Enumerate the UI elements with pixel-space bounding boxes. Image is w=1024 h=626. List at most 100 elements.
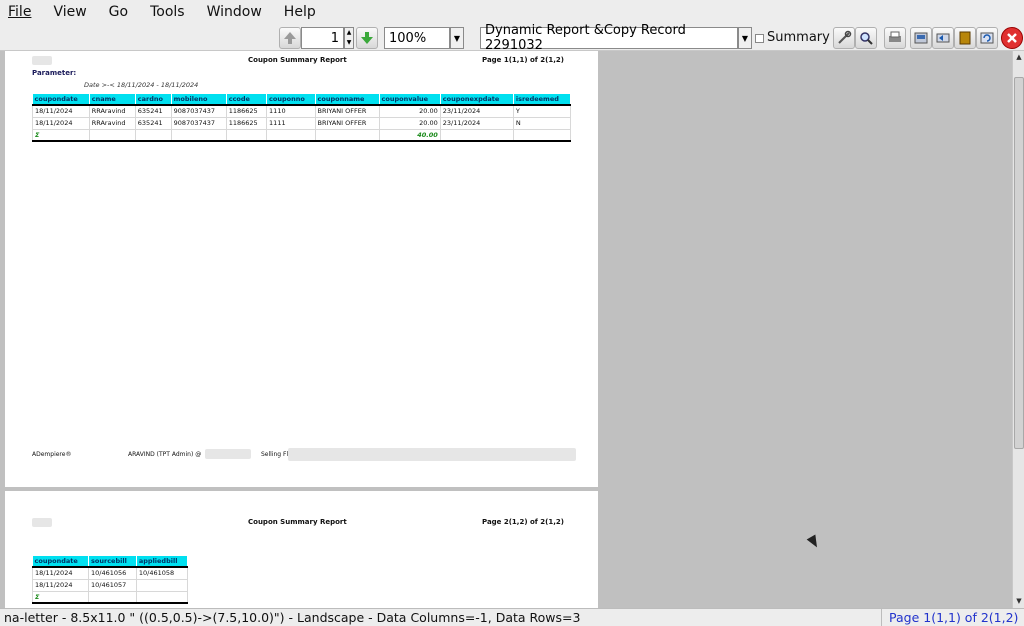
footer-redacted-details — [288, 448, 576, 461]
status-bar: na-letter - 8.5x11.0 " ((0.5,0.5)->(7.5,… — [0, 608, 1024, 626]
total-row: Σ — [31, 590, 189, 604]
menu-go[interactable]: Go — [105, 2, 132, 22]
table-cell — [88, 128, 136, 142]
report-select[interactable]: Dynamic Report &Copy Record 2291032 — [480, 23, 738, 53]
print-button[interactable] — [884, 27, 906, 49]
zoom-select[interactable]: 100% — [384, 27, 450, 49]
table-cell: 1186625 — [225, 116, 268, 130]
column-header: coupondate — [32, 556, 90, 568]
column-header: couponno — [266, 94, 316, 106]
column-header: isredeemed — [513, 94, 572, 106]
find-icon — [860, 32, 873, 45]
close-button[interactable] — [1001, 27, 1023, 49]
menu-help[interactable]: Help — [280, 2, 320, 22]
parameter-value: Date >-< 18/11/2024 - 18/11/2024 — [84, 81, 199, 89]
menu-window[interactable]: Window — [203, 2, 266, 22]
table-row: 18/11/2024 RRAravind 635241 9087037437 1… — [32, 116, 572, 130]
customize-button[interactable] — [833, 27, 855, 49]
table-cell — [134, 128, 172, 142]
send-button[interactable] — [932, 27, 954, 49]
logo-placeholder — [32, 56, 52, 65]
close-icon — [1007, 33, 1017, 43]
refresh-icon — [980, 32, 994, 44]
column-header: coupondate — [32, 94, 90, 106]
table-header-row: coupondate sourcebill appliedbill — [32, 556, 189, 568]
footer-app: ADempiere® — [32, 451, 72, 458]
page-spinner[interactable]: ▲ ▼ — [344, 27, 354, 49]
table-row: 18/11/2024 10/461057 — [31, 578, 189, 592]
table-cell: 10/461057 — [88, 578, 137, 592]
coupon-table: coupondate cname cardno mobileno ccode c… — [32, 94, 572, 142]
column-header: couponname — [315, 94, 380, 106]
total-value: 40.00 — [378, 128, 441, 142]
toolbar: 1 ▲ ▼ 100% ▼ Dynamic Report &Copy Record … — [0, 23, 1024, 53]
refresh-button[interactable] — [976, 27, 998, 49]
total-symbol: Σ — [31, 590, 90, 604]
summary-checkbox[interactable] — [755, 34, 764, 43]
table-cell: 20.00 — [378, 116, 441, 130]
export-icon — [914, 32, 928, 44]
archive-icon — [959, 31, 971, 45]
table-cell: 9087037437 — [170, 116, 227, 130]
table-cell: 635241 — [134, 116, 172, 130]
scroll-up-icon[interactable]: ▲ — [1014, 52, 1024, 62]
footer-redacted-org — [205, 449, 251, 459]
column-header: couponvalue — [379, 94, 441, 106]
status-page-indicator[interactable]: Page 1(1,1) of 2(1,2) — [881, 609, 1024, 626]
mouse-cursor-icon — [806, 534, 822, 550]
next-page-button[interactable] — [356, 27, 378, 49]
menu-view[interactable]: View — [49, 2, 90, 22]
table-cell: 9087037437 — [170, 104, 227, 118]
table-cell: Y — [512, 104, 572, 118]
column-header: cname — [89, 94, 136, 106]
page-number-input[interactable]: 1 — [301, 27, 344, 49]
table-cell: 10/461058 — [135, 566, 189, 580]
zoom-dropdown-icon[interactable]: ▼ — [450, 27, 464, 49]
parameter-label: Parameter: — [32, 69, 77, 77]
table-cell: 18/11/2024 — [31, 566, 90, 580]
table-cell: 1111 — [266, 116, 316, 130]
table-cell — [135, 578, 189, 592]
table-cell: 635241 — [134, 104, 172, 118]
report-page-1: Coupon Summary Report Page 1(1,1) of 2(1… — [5, 51, 598, 487]
previous-page-icon — [284, 32, 296, 44]
table-cell — [88, 590, 137, 604]
archive-button[interactable] — [954, 27, 976, 49]
table-cell: 1186625 — [225, 104, 268, 118]
table-cell: RRAravind — [88, 104, 136, 118]
report-dropdown-icon[interactable]: ▼ — [738, 27, 752, 49]
logo-placeholder — [32, 518, 52, 527]
menu-tools[interactable]: Tools — [146, 2, 189, 22]
report-viewer[interactable]: Coupon Summary Report Page 1(1,1) of 2(1… — [0, 51, 1012, 608]
table-cell: BRIYANI OFFER — [314, 104, 380, 118]
page-indicator: Page 2(1,2) of 2(1,2) — [482, 518, 564, 526]
column-header: couponexpdate — [440, 94, 514, 106]
table-cell: RRAravind — [88, 116, 136, 130]
send-icon — [936, 33, 950, 43]
bill-table: coupondate sourcebill appliedbill 18/11/… — [31, 556, 189, 604]
table-cell: N — [512, 116, 572, 130]
table-row: 18/11/2024 10/461056 10/461058 — [31, 566, 189, 580]
find-button[interactable] — [855, 27, 877, 49]
table-cell: 18/11/2024 — [32, 116, 90, 130]
previous-page-button[interactable] — [279, 27, 301, 49]
menu-file[interactable]: File — [4, 2, 35, 22]
export-button[interactable] — [910, 27, 932, 49]
table-cell — [512, 128, 572, 142]
page-indicator: Page 1(1,1) of 2(1,2) — [482, 56, 564, 64]
scroll-thumb[interactable] — [1014, 77, 1024, 449]
table-cell: 18/11/2024 — [32, 104, 90, 118]
vertical-scrollbar[interactable]: ▲ ▼ — [1012, 51, 1024, 608]
total-row: Σ 40.00 — [32, 128, 572, 142]
table-cell — [314, 128, 380, 142]
scroll-down-icon[interactable]: ▼ — [1014, 596, 1024, 606]
table-cell: 1110 — [266, 104, 316, 118]
report-title: Coupon Summary Report — [248, 56, 347, 64]
menu-bar: File View Go Tools Window Help — [0, 0, 1024, 24]
table-cell — [225, 128, 268, 142]
table-row: 18/11/2024 RRAravind 635241 9087037437 1… — [32, 104, 572, 118]
table-cell: 23/11/2024 — [439, 104, 514, 118]
table-header-row: coupondate cname cardno mobileno ccode c… — [32, 94, 572, 106]
table-cell — [135, 590, 189, 604]
customize-icon — [838, 30, 852, 44]
